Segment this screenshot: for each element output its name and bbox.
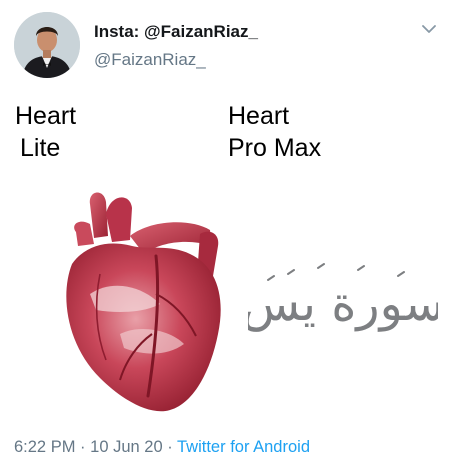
surah-yaseen-calligraphy: سورة يس [248, 263, 438, 332]
user-handle[interactable]: @FaizanRiaz_ [94, 50, 206, 70]
tweet-date[interactable]: 10 Jun 20 [90, 438, 162, 456]
anatomical-heart-image [66, 192, 221, 412]
right-label-line2: Pro Max [228, 134, 322, 162]
tweet-source-link[interactable]: Twitter for Android [177, 438, 310, 456]
avatar[interactable] [14, 12, 80, 78]
separator-dot: · [80, 438, 86, 456]
profile-photo-icon [14, 12, 80, 78]
left-label-line1: Heart [15, 102, 77, 130]
right-label-line1: Heart [228, 102, 290, 130]
chevron-down-icon[interactable] [422, 24, 436, 34]
display-name[interactable]: Insta: @FaizanRiaz_ [94, 22, 258, 42]
left-label-line2: Lite [20, 134, 61, 162]
separator-dot: · [167, 438, 173, 456]
calligraphy-text: سورة يس [248, 276, 438, 332]
tweet-footer: 6:22 PM · 10 Jun 20 · Twitter for Androi… [14, 438, 310, 457]
tweet-time[interactable]: 6:22 PM [14, 438, 75, 456]
